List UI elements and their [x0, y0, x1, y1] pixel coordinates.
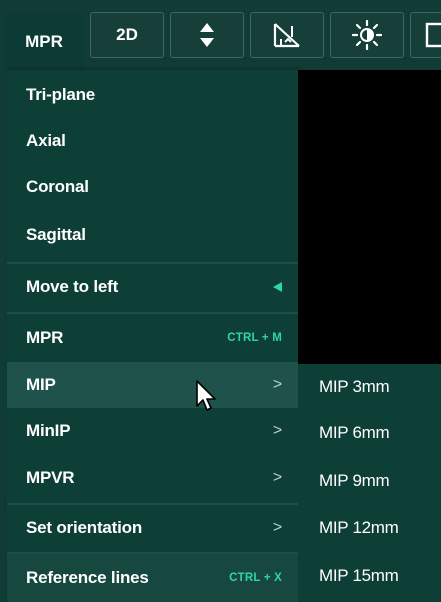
measure-button[interactable] [250, 12, 324, 58]
top-toolbar: MPR 2D [0, 0, 441, 70]
mpr-tab-label: MPR [25, 31, 63, 51]
window-level-button[interactable] [330, 12, 404, 58]
chevron-right-icon: > [272, 376, 282, 393]
menu-item-label: Coronal [26, 177, 89, 196]
menu-shortcut: CTRL + X [229, 572, 282, 584]
menu-item-move-to-left[interactable]: Move to left [7, 264, 298, 310]
submenu-item-mip-15mm[interactable]: MIP 15mm [298, 553, 441, 599]
submenu-item-mip-12mm[interactable]: MIP 12mm [298, 505, 441, 551]
submenu-item-label: MIP 6mm [319, 423, 390, 442]
menu-item-coronal[interactable]: Coronal [7, 164, 298, 210]
submenu-item-mip-9mm[interactable]: MIP 9mm [298, 458, 441, 504]
menu-item-label: MinIP [26, 421, 71, 440]
chevron-right-icon: > [272, 469, 282, 486]
mouse-pointer-icon [195, 379, 221, 420]
2d-tab-button[interactable]: 2D [90, 12, 164, 58]
menu-item-label: MPVR [26, 468, 75, 487]
menu-item-label: Tri-plane [26, 85, 96, 104]
menu-item-axial[interactable]: Axial [7, 118, 298, 164]
layout-button[interactable] [410, 12, 441, 58]
menu-shortcut: CTRL + M [227, 332, 282, 344]
menu-item-label: Move to left [26, 277, 119, 296]
menu-item-set-orientation[interactable]: Set orientation > [7, 505, 298, 551]
ruler-angle-icon [272, 21, 302, 49]
sort-arrows-icon [199, 22, 215, 48]
mip-submenu: MIP 3mm MIP 6mm MIP 9mm MIP 12mm MIP 15m… [298, 364, 441, 602]
menu-item-label: MPR [26, 328, 64, 347]
menu-item-sagittal[interactable]: Sagittal [7, 210, 298, 260]
menu-item-label: Sagittal [26, 225, 86, 244]
menu-item-label: MIP [26, 375, 56, 394]
mpr-tab-button[interactable]: MPR [4, 12, 84, 70]
submenu-item-label: MIP 3mm [319, 377, 390, 396]
submenu-item-label: MIP 12mm [319, 518, 399, 537]
menu-item-label: Reference lines [26, 568, 149, 587]
menu-item-label: Axial [26, 131, 66, 150]
submenu-item-mip-3mm[interactable]: MIP 3mm [298, 364, 441, 410]
menu-item-mpr[interactable]: MPR CTRL + M [7, 314, 298, 362]
panel-icon [425, 22, 441, 48]
submenu-item-label: MIP 15mm [319, 566, 399, 585]
2d-tab-label: 2D [116, 25, 138, 44]
menu-item-mip[interactable]: MIP > [7, 362, 298, 408]
menu-item-label: Set orientation [26, 518, 143, 537]
menu-item-minip[interactable]: MinIP > [7, 408, 298, 454]
chevron-right-icon: > [272, 422, 282, 439]
mpr-dropdown-menu: Tri-plane Axial Coronal Sagittal Move to… [7, 70, 298, 602]
submenu-item-label: MIP 9mm [319, 471, 390, 490]
chevron-right-icon: > [272, 519, 282, 536]
scroll-button[interactable] [170, 12, 244, 58]
submenu-item-mip-6mm[interactable]: MIP 6mm [298, 410, 441, 456]
brightness-contrast-icon [352, 20, 382, 50]
menu-item-tri-plane[interactable]: Tri-plane [7, 72, 298, 118]
arrow-left-icon [273, 282, 282, 292]
menu-item-reference-lines[interactable]: Reference lines CTRL + X [7, 554, 298, 602]
image-viewport[interactable] [298, 70, 441, 364]
menu-item-mpvr[interactable]: MPVR > [7, 454, 298, 502]
